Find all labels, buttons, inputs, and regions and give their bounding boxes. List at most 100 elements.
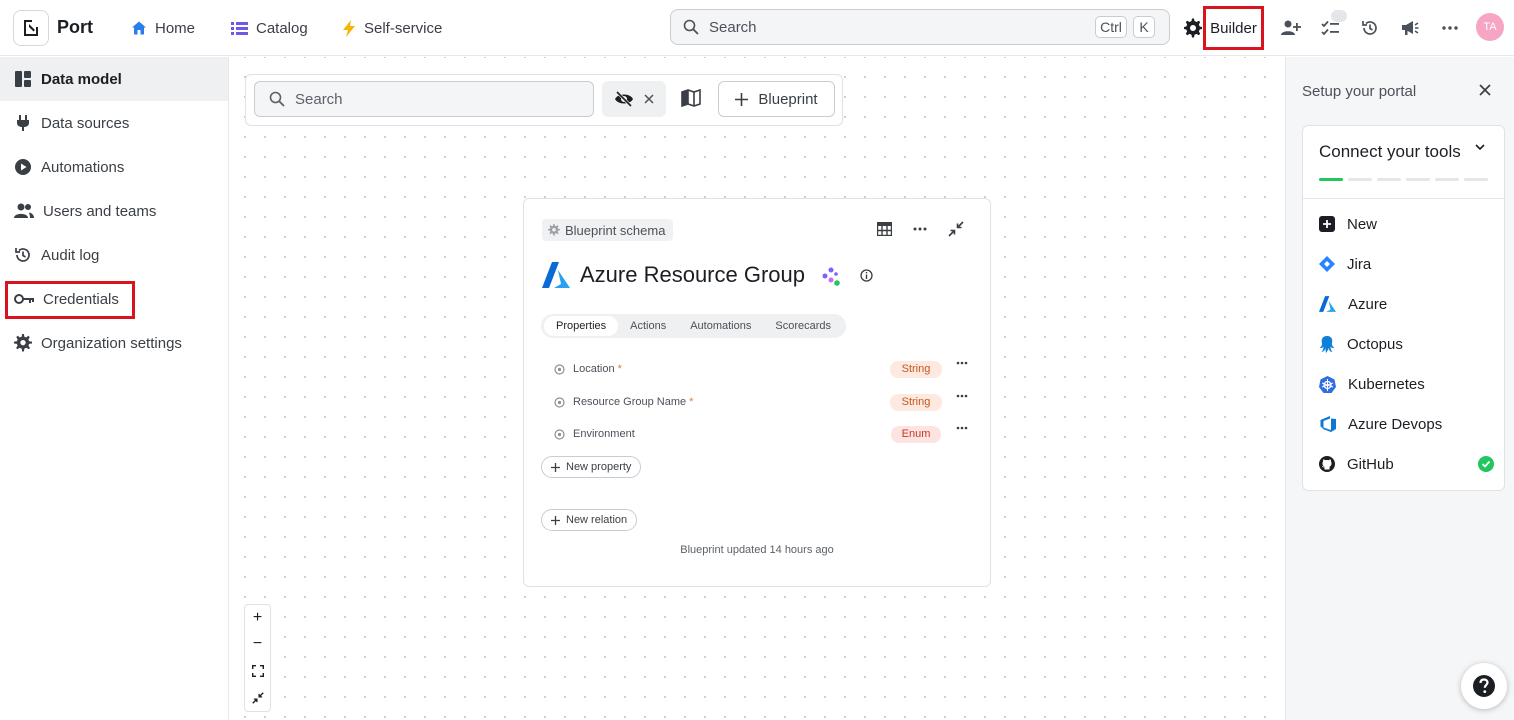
- zoom-out-button[interactable]: −: [245, 631, 270, 657]
- property-icon: [554, 363, 565, 375]
- help-icon: [1472, 674, 1496, 698]
- sidebar-item-label: Users and teams: [43, 202, 157, 220]
- info-icon[interactable]: [860, 269, 873, 282]
- progress-step: [1435, 178, 1459, 181]
- search-icon: [683, 19, 699, 35]
- tool-azure-devops[interactable]: Azure Devops: [1319, 412, 1494, 436]
- nav-self-service[interactable]: Self-service: [342, 16, 442, 40]
- blueprint-title: Azure Resource Group: [580, 262, 805, 287]
- nav-catalog-label: Catalog: [256, 19, 308, 37]
- sidebar: Data model Data sources Automations User…: [0, 57, 229, 720]
- tool-octopus[interactable]: Octopus: [1319, 332, 1494, 356]
- fit-view-button[interactable]: [245, 658, 270, 684]
- zoom-controls: + −: [244, 604, 271, 712]
- sidebar-item-users-and-teams[interactable]: Users and teams: [0, 189, 228, 233]
- tab-properties[interactable]: Properties: [544, 316, 619, 336]
- kubernetes-icon: [1319, 375, 1336, 393]
- required-marker: *: [617, 363, 622, 375]
- plus-icon: [735, 92, 749, 106]
- sidebar-item-credentials[interactable]: Credentials: [0, 277, 228, 321]
- required-marker: *: [689, 396, 694, 408]
- top-bar: Port Home Catalog Self-service Search Ct…: [0, 0, 1514, 56]
- row-more-icon[interactable]: [954, 361, 970, 365]
- progress-step: [1348, 178, 1372, 181]
- nav-home-label: Home: [155, 19, 196, 37]
- sidebar-item-label: Audit log: [41, 246, 100, 264]
- zoom-in-button[interactable]: +: [245, 605, 270, 631]
- type-badge: String: [890, 360, 942, 378]
- table-view-icon[interactable]: [874, 219, 894, 239]
- property-name: Resource Group Name: [573, 396, 687, 408]
- collapse-all-button[interactable]: [245, 685, 270, 711]
- tool-azure[interactable]: Azure: [1319, 292, 1494, 316]
- avatar[interactable]: TA: [1476, 13, 1504, 41]
- history-icon[interactable]: [1358, 16, 1382, 40]
- blueprint-card[interactable]: Blueprint schema Azure Resource Group Pr…: [523, 198, 991, 587]
- list-icon: [231, 21, 248, 36]
- sidebar-item-data-model[interactable]: Data model: [0, 57, 228, 101]
- invite-user-icon[interactable]: [1279, 16, 1303, 40]
- users-icon: [14, 203, 34, 219]
- collapse-icon[interactable]: [946, 219, 966, 239]
- help-button[interactable]: [1461, 663, 1507, 709]
- close-icon[interactable]: [1478, 83, 1492, 97]
- add-blueprint-label: Blueprint: [758, 90, 818, 108]
- row-more-icon[interactable]: [954, 426, 970, 430]
- progress-step: [1464, 178, 1488, 181]
- tool-label: New: [1347, 215, 1378, 233]
- global-search-placeholder: Search: [709, 18, 757, 36]
- builder-button[interactable]: Builder: [1203, 6, 1264, 50]
- new-relation-button[interactable]: New relation: [541, 509, 638, 531]
- canvas-toolbar: Search Blueprint: [245, 74, 843, 126]
- tool-label: Kubernetes: [1348, 375, 1425, 393]
- tool-label: Azure: [1348, 295, 1388, 313]
- type-badge: String: [890, 393, 942, 411]
- tab-scorecards[interactable]: Scorecards: [763, 316, 843, 336]
- ai-sparkle-icon[interactable]: [820, 266, 842, 286]
- sidebar-item-organization-settings[interactable]: Organization settings: [0, 321, 228, 365]
- nav-home[interactable]: Home: [131, 16, 195, 40]
- close-icon[interactable]: [644, 94, 654, 104]
- row-more-icon[interactable]: [954, 394, 970, 398]
- sidebar-item-data-sources[interactable]: Data sources: [0, 101, 228, 145]
- plus-icon: [551, 462, 560, 472]
- tool-label: Azure Devops: [1348, 415, 1443, 433]
- azure-icon: [1319, 296, 1336, 312]
- new-property-button[interactable]: New property: [541, 456, 642, 478]
- blueprint-search-input[interactable]: Search: [254, 81, 594, 117]
- eye-off-icon: [614, 91, 634, 107]
- tab-automations[interactable]: Automations: [678, 316, 763, 336]
- nav-catalog[interactable]: Catalog: [231, 16, 308, 40]
- property-row[interactable]: Resource Group Name * String: [554, 392, 974, 412]
- connect-tools-heading: Connect your tools: [1319, 142, 1461, 161]
- tool-jira[interactable]: Jira: [1319, 252, 1494, 276]
- tool-kubernetes[interactable]: Kubernetes: [1319, 372, 1494, 396]
- app-name: Port: [57, 17, 93, 37]
- global-search[interactable]: Search Ctrl K: [670, 9, 1170, 45]
- port-logo[interactable]: [13, 10, 49, 46]
- history-icon: [14, 246, 32, 264]
- tool-github[interactable]: GitHub: [1319, 452, 1494, 476]
- tool-new[interactable]: New: [1319, 212, 1494, 236]
- shortcut-k: K: [1133, 16, 1155, 38]
- more-icon[interactable]: [1438, 16, 1462, 40]
- property-row[interactable]: Location * String: [554, 359, 974, 379]
- data-model-canvas[interactable]: Search Blueprint Blueprint schema Azure …: [229, 57, 1284, 720]
- card-more-icon[interactable]: [910, 219, 930, 239]
- property-row[interactable]: Environment Enum: [554, 424, 974, 444]
- gear-icon[interactable]: [1181, 16, 1205, 40]
- announcement-icon[interactable]: [1398, 16, 1422, 40]
- progress-step: [1319, 178, 1343, 181]
- blueprint-tabs: Properties Actions Automations Scorecard…: [541, 314, 847, 338]
- blueprint-schema-label: Blueprint schema: [565, 222, 666, 238]
- home-icon: [131, 20, 147, 36]
- blueprint-search-placeholder: Search: [295, 90, 343, 108]
- sidebar-item-automations[interactable]: Automations: [0, 145, 228, 189]
- add-blueprint-button[interactable]: Blueprint: [718, 81, 835, 117]
- tool-label: GitHub: [1347, 455, 1394, 473]
- hide-blueprints-toggle[interactable]: [602, 81, 666, 117]
- chevron-down-icon[interactable]: [1475, 144, 1485, 151]
- tab-actions[interactable]: Actions: [618, 316, 678, 336]
- sidebar-item-audit-log[interactable]: Audit log: [0, 233, 228, 277]
- map-icon[interactable]: [681, 89, 701, 107]
